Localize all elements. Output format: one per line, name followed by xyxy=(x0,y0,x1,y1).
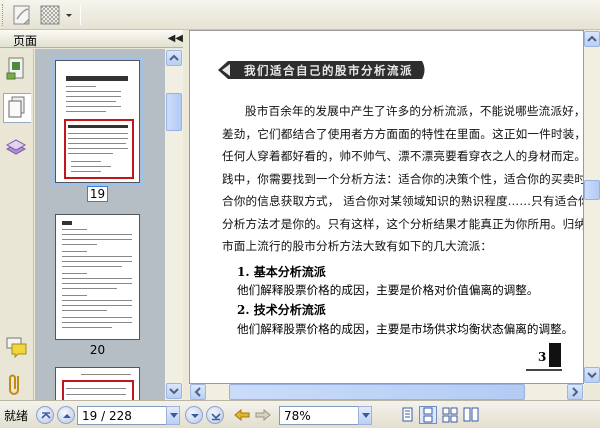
paperclip-icon[interactable] xyxy=(3,371,31,401)
page-number-field[interactable]: 19 / 228 xyxy=(77,406,167,425)
single-page-icon[interactable] xyxy=(398,406,416,424)
checkerboard-icon[interactable] xyxy=(38,3,62,27)
paragraph-line: 践中，你需要找到一个分析方法：适合你的决策个性，适合你的买卖时间，适 xyxy=(222,171,584,186)
next-page-icon[interactable] xyxy=(185,406,203,424)
section-body: 他们解释股票价格的成因，主要是市场供求均衡状态偏离的调整。 xyxy=(237,322,574,336)
page-number: 3 xyxy=(538,350,547,364)
navigation-panel: 页面 ◀◀ 19 20 xyxy=(0,30,187,400)
thumbnail-label: 20 xyxy=(89,343,106,357)
forward-arrow-icon[interactable] xyxy=(254,407,272,426)
status-text: 就绪 xyxy=(4,409,29,423)
scroll-up-arrow[interactable] xyxy=(584,31,600,47)
thumbnail-scrollbar[interactable] xyxy=(165,49,183,400)
panel-header: 页面 ◀◀ xyxy=(0,30,187,48)
toolbar-grip[interactable] xyxy=(2,4,5,26)
scroll-corner xyxy=(584,384,600,400)
page-dropdown-button[interactable] xyxy=(166,406,180,425)
banner-text: 我们适合自己的股市分析流派 xyxy=(244,64,413,78)
facing-icon[interactable] xyxy=(441,406,459,424)
continuous-facing-icon[interactable] xyxy=(462,406,480,424)
double-chevron-left-icon[interactable]: ◀◀ xyxy=(168,33,183,44)
thumbnail-page-20[interactable] xyxy=(55,214,140,340)
scroll-down-arrow[interactable] xyxy=(166,383,182,399)
paragraph-line: 合你的信息获取方式， 适合你对某领域知识的熟识程度……只有适合你的 xyxy=(222,194,584,208)
scroll-thumb[interactable] xyxy=(166,93,182,131)
scroll-thumb[interactable] xyxy=(229,384,525,400)
paragraph-line: 市面上流行的股市分析方法大致有如下的几大流派： xyxy=(222,239,493,253)
page-curl-icon[interactable] xyxy=(10,3,34,27)
back-arrow-icon[interactable] xyxy=(233,407,251,426)
page-footer-rule xyxy=(526,369,562,371)
bookmark-icon[interactable] xyxy=(3,55,31,85)
section-body: 他们解释股票价格的成因，主要是价格对价值偏离的调整。 xyxy=(237,283,539,297)
panel-title: 页面 xyxy=(13,34,38,48)
zoom-dropdown-button[interactable] xyxy=(358,406,372,425)
side-tabs xyxy=(0,49,34,400)
scroll-up-arrow[interactable] xyxy=(166,50,182,66)
zoom-level-field[interactable]: 78% xyxy=(279,406,359,425)
scroll-left-arrow[interactable] xyxy=(190,384,206,400)
main-toolbar xyxy=(0,0,600,30)
paragraph-line: 分析方法才是你的。只有这样，这个分析结果才能真正为你所用。归纳起来， xyxy=(222,216,584,231)
status-bar: 就绪 19 / 228 78% xyxy=(0,400,600,428)
section-heading: 1. 基本分析流派 xyxy=(237,265,326,279)
document-horizontal-scrollbar[interactable] xyxy=(189,384,584,400)
thumbnail-page-21[interactable] xyxy=(55,367,140,400)
first-page-icon[interactable] xyxy=(36,406,54,424)
section-heading: 2. 技术分析流派 xyxy=(237,303,326,317)
scroll-right-arrow[interactable] xyxy=(567,384,583,400)
last-page-icon[interactable] xyxy=(206,406,224,424)
page-marker xyxy=(549,343,561,367)
document-vertical-scrollbar[interactable] xyxy=(584,30,600,384)
previous-page-icon[interactable] xyxy=(57,406,75,424)
pages-icon[interactable] xyxy=(3,93,31,123)
layers-icon[interactable] xyxy=(3,133,31,163)
comment-icon[interactable] xyxy=(3,333,31,363)
thumbnail-page-19[interactable] xyxy=(52,57,143,186)
section-banner: 我们适合自己的股市分析流派 xyxy=(218,61,425,79)
paragraph-line: 股市百余年的发展中产生了许多的分析流派，不能说哪些流派好，哪些 xyxy=(245,104,584,118)
highlight-box xyxy=(62,380,134,400)
paragraph-line: 差劲，它们都结合了使用者方方面面的特性在里面。这正如一件时装，不是 xyxy=(222,126,584,141)
continuous-icon[interactable] xyxy=(419,406,437,424)
thumbnail-label: 19 xyxy=(55,186,140,202)
paragraph-line: 任何人穿着都好看的，帅不帅气、漂不漂亮要看穿衣之人的身材而定。在实 xyxy=(222,149,584,163)
page-thumbnails[interactable]: 19 20 xyxy=(35,49,165,400)
highlight-box xyxy=(64,119,134,179)
chevron-down-icon[interactable] xyxy=(62,3,76,27)
toolbar-separator xyxy=(80,5,81,25)
scroll-thumb[interactable] xyxy=(584,180,600,200)
scroll-down-arrow[interactable] xyxy=(584,367,600,383)
document-view[interactable]: 我们适合自己的股市分析流派 股市百余年的发展中产生了许多的分析流派，不能说哪些流… xyxy=(189,30,584,384)
body-paragraph: 股市百余年的发展中产生了许多的分析流派，不能说哪些流派好，哪些 差劲，它们都结合… xyxy=(222,100,584,258)
